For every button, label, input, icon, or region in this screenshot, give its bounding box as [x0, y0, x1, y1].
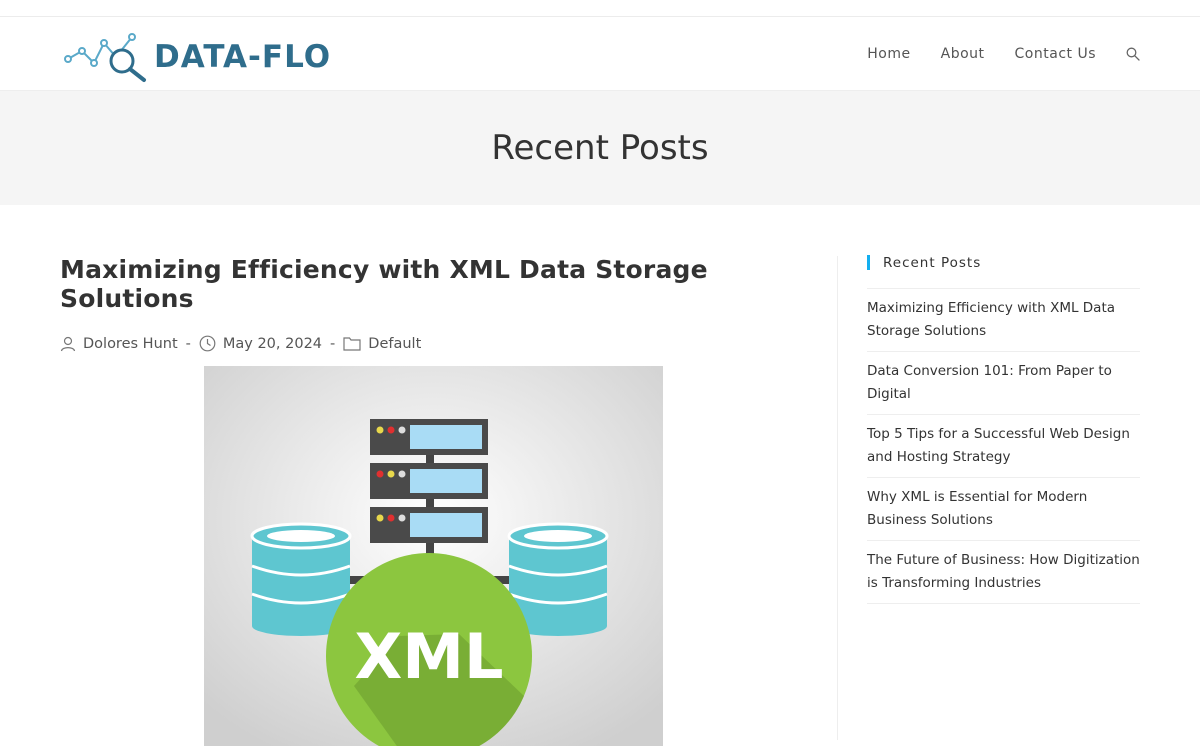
post-date: May 20, 2024 [199, 335, 322, 352]
recent-post-link[interactable]: The Future of Business: How Digitization… [867, 552, 1140, 591]
nav-contact-us[interactable]: Contact Us [1015, 46, 1096, 62]
post-author: Dolores Hunt [60, 336, 178, 352]
nav-about[interactable]: About [941, 46, 985, 62]
site-logo[interactable]: DATA-FLO [64, 31, 331, 83]
clock-icon [199, 335, 216, 352]
widget-title: Recent Posts [867, 254, 1140, 272]
featured-image[interactable]: XML [204, 366, 663, 746]
post-article: Maximizing Efficiency with XML Data Stor… [60, 255, 780, 746]
recent-post-link[interactable]: Why XML is Essential for Modern Business… [867, 489, 1087, 528]
meta-separator: - [185, 335, 191, 352]
page-title: Recent Posts [491, 128, 709, 168]
page-header: Recent Posts [0, 91, 1200, 205]
list-item: Maximizing Efficiency with XML Data Stor… [867, 289, 1140, 352]
recent-post-link[interactable]: Maximizing Efficiency with XML Data Stor… [867, 300, 1115, 339]
post-title[interactable]: Maximizing Efficiency with XML Data Stor… [60, 255, 780, 313]
search-icon[interactable] [1126, 47, 1140, 61]
list-item: Data Conversion 101: From Paper to Digit… [867, 352, 1140, 415]
folder-icon [343, 337, 361, 351]
site-header: DATA-FLO Home About Contact Us [0, 17, 1200, 91]
recent-posts-list: Maximizing Efficiency with XML Data Stor… [867, 288, 1140, 604]
recent-post-link[interactable]: Data Conversion 101: From Paper to Digit… [867, 363, 1112, 402]
post-category: Default [343, 336, 421, 352]
date-text: May 20, 2024 [222, 335, 323, 352]
recent-post-link[interactable]: Top 5 Tips for a Successful Web Design a… [867, 426, 1130, 465]
data-flo-logo-icon [64, 33, 146, 82]
xml-label: XML [354, 620, 503, 693]
list-item: Top 5 Tips for a Successful Web Design a… [867, 415, 1140, 478]
user-icon [60, 336, 76, 351]
xml-storage-illustration: XML [204, 366, 663, 746]
meta-separator: - [330, 335, 336, 352]
main-nav: Home About Contact Us [837, 17, 1140, 90]
top-bar [0, 0, 1200, 17]
list-item: Why XML is Essential for Modern Business… [867, 478, 1140, 541]
sidebar: Recent Posts Maximizing Efficiency with … [867, 254, 1140, 604]
column-divider [837, 256, 838, 740]
category-link[interactable]: Default [368, 336, 421, 352]
list-item: The Future of Business: How Digitization… [867, 541, 1140, 604]
logo-text: DATA-FLO [154, 39, 332, 75]
nav-home[interactable]: Home [867, 46, 910, 62]
post-meta: Dolores Hunt - May 20, 2024 - Default [60, 335, 780, 352]
author-name[interactable]: Dolores Hunt [83, 336, 178, 352]
